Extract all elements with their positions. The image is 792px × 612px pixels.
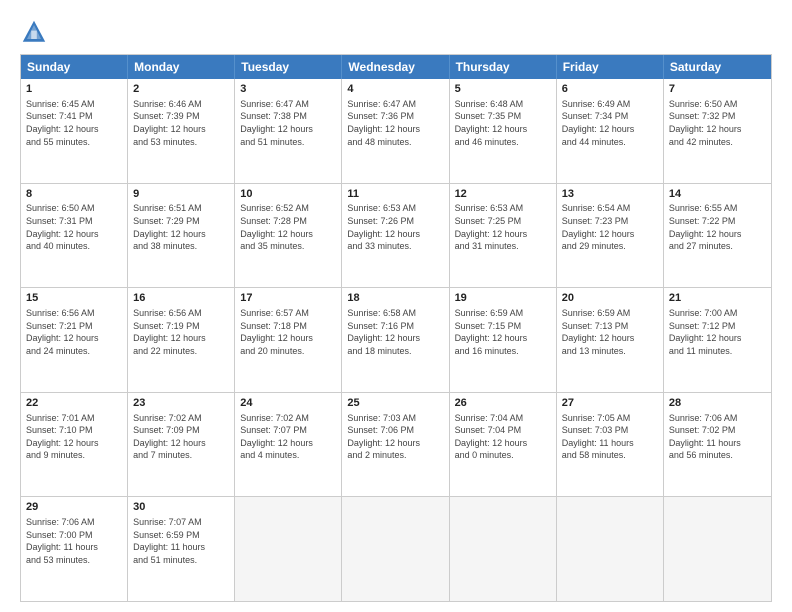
cal-cell: 17Sunrise: 6:57 AM Sunset: 7:18 PM Dayli… (235, 288, 342, 392)
cal-header-cell: Friday (557, 55, 664, 79)
cal-cell: 3Sunrise: 6:47 AM Sunset: 7:38 PM Daylig… (235, 79, 342, 183)
cal-cell: 18Sunrise: 6:58 AM Sunset: 7:16 PM Dayli… (342, 288, 449, 392)
cal-cell: 4Sunrise: 6:47 AM Sunset: 7:36 PM Daylig… (342, 79, 449, 183)
cal-cell: 9Sunrise: 6:51 AM Sunset: 7:29 PM Daylig… (128, 184, 235, 288)
cal-cell: 10Sunrise: 6:52 AM Sunset: 7:28 PM Dayli… (235, 184, 342, 288)
calendar-body: 1Sunrise: 6:45 AM Sunset: 7:41 PM Daylig… (21, 79, 771, 601)
cal-cell: 23Sunrise: 7:02 AM Sunset: 7:09 PM Dayli… (128, 393, 235, 497)
cal-header-cell: Thursday (450, 55, 557, 79)
cal-header-cell: Monday (128, 55, 235, 79)
cal-cell: 6Sunrise: 6:49 AM Sunset: 7:34 PM Daylig… (557, 79, 664, 183)
cal-cell (664, 497, 771, 601)
cal-cell: 5Sunrise: 6:48 AM Sunset: 7:35 PM Daylig… (450, 79, 557, 183)
cal-header-cell: Sunday (21, 55, 128, 79)
cal-cell: 2Sunrise: 6:46 AM Sunset: 7:39 PM Daylig… (128, 79, 235, 183)
cal-cell: 27Sunrise: 7:05 AM Sunset: 7:03 PM Dayli… (557, 393, 664, 497)
cal-cell (235, 497, 342, 601)
cal-cell: 1Sunrise: 6:45 AM Sunset: 7:41 PM Daylig… (21, 79, 128, 183)
cal-row: 8Sunrise: 6:50 AM Sunset: 7:31 PM Daylig… (21, 183, 771, 288)
logo-icon (20, 18, 48, 46)
cal-header-cell: Saturday (664, 55, 771, 79)
cal-cell: 30Sunrise: 7:07 AM Sunset: 6:59 PM Dayli… (128, 497, 235, 601)
cal-cell: 15Sunrise: 6:56 AM Sunset: 7:21 PM Dayli… (21, 288, 128, 392)
cal-cell: 11Sunrise: 6:53 AM Sunset: 7:26 PM Dayli… (342, 184, 449, 288)
cal-cell: 12Sunrise: 6:53 AM Sunset: 7:25 PM Dayli… (450, 184, 557, 288)
cal-cell: 7Sunrise: 6:50 AM Sunset: 7:32 PM Daylig… (664, 79, 771, 183)
cal-cell: 28Sunrise: 7:06 AM Sunset: 7:02 PM Dayli… (664, 393, 771, 497)
calendar-header: SundayMondayTuesdayWednesdayThursdayFrid… (21, 55, 771, 79)
header (20, 18, 772, 46)
cal-cell: 29Sunrise: 7:06 AM Sunset: 7:00 PM Dayli… (21, 497, 128, 601)
cal-cell: 19Sunrise: 6:59 AM Sunset: 7:15 PM Dayli… (450, 288, 557, 392)
cal-row: 1Sunrise: 6:45 AM Sunset: 7:41 PM Daylig… (21, 79, 771, 183)
cal-header-cell: Wednesday (342, 55, 449, 79)
cal-cell: 13Sunrise: 6:54 AM Sunset: 7:23 PM Dayli… (557, 184, 664, 288)
cal-cell: 25Sunrise: 7:03 AM Sunset: 7:06 PM Dayli… (342, 393, 449, 497)
calendar: SundayMondayTuesdayWednesdayThursdayFrid… (20, 54, 772, 602)
page: SundayMondayTuesdayWednesdayThursdayFrid… (0, 0, 792, 612)
cal-cell: 22Sunrise: 7:01 AM Sunset: 7:10 PM Dayli… (21, 393, 128, 497)
cal-cell (450, 497, 557, 601)
cal-cell: 21Sunrise: 7:00 AM Sunset: 7:12 PM Dayli… (664, 288, 771, 392)
cal-cell: 20Sunrise: 6:59 AM Sunset: 7:13 PM Dayli… (557, 288, 664, 392)
logo (20, 18, 52, 46)
cal-header-cell: Tuesday (235, 55, 342, 79)
cal-cell: 16Sunrise: 6:56 AM Sunset: 7:19 PM Dayli… (128, 288, 235, 392)
cal-cell: 24Sunrise: 7:02 AM Sunset: 7:07 PM Dayli… (235, 393, 342, 497)
cal-cell (342, 497, 449, 601)
cal-cell: 8Sunrise: 6:50 AM Sunset: 7:31 PM Daylig… (21, 184, 128, 288)
cal-row: 15Sunrise: 6:56 AM Sunset: 7:21 PM Dayli… (21, 287, 771, 392)
cal-cell: 26Sunrise: 7:04 AM Sunset: 7:04 PM Dayli… (450, 393, 557, 497)
cal-row: 29Sunrise: 7:06 AM Sunset: 7:00 PM Dayli… (21, 496, 771, 601)
cal-cell: 14Sunrise: 6:55 AM Sunset: 7:22 PM Dayli… (664, 184, 771, 288)
cal-cell (557, 497, 664, 601)
cal-row: 22Sunrise: 7:01 AM Sunset: 7:10 PM Dayli… (21, 392, 771, 497)
